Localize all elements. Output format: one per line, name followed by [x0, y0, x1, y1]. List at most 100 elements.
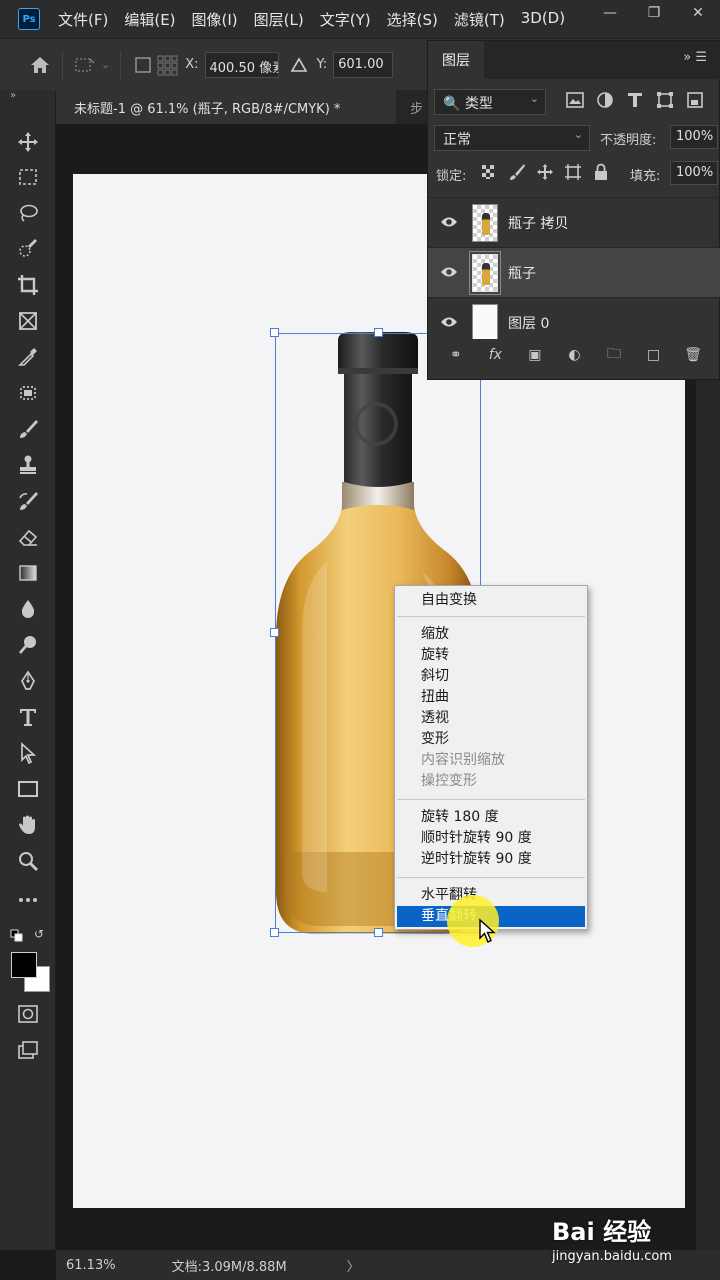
lock-label: 锁定: [436, 169, 467, 184]
screen-mode-icon[interactable] [14, 1036, 42, 1064]
adjustment-layer-icon[interactable]: ◐ [562, 347, 586, 363]
eye-icon[interactable] [440, 215, 458, 229]
menu-item-warp[interactable]: 变形 [397, 729, 585, 750]
eye-icon[interactable] [440, 315, 458, 329]
document-tab[interactable]: 未标题-1 @ 61.1% (瓶子, RGB/8#/CMYK) * [56, 90, 396, 124]
swap-colors-icon[interactable]: ↺ [34, 927, 44, 941]
menu-item-rotate[interactable]: 旋转 [397, 645, 585, 666]
filter-smart-object-icon[interactable] [686, 91, 704, 109]
transform-handle-top-left[interactable] [270, 328, 279, 337]
close-icon[interactable]: ✕ [676, 0, 720, 26]
lock-artboard-icon[interactable] [564, 163, 582, 181]
brush-tool-icon[interactable] [14, 415, 42, 443]
menu-select[interactable]: 选择(S) [387, 9, 438, 30]
menu-item-rotate-90-ccw[interactable]: 逆时针旋转 90 度 [397, 849, 585, 870]
history-tab[interactable]: 步 [410, 90, 423, 124]
blend-mode-value: 正常 [443, 132, 471, 148]
home-icon[interactable] [28, 53, 52, 77]
eyedropper-tool-icon[interactable] [14, 343, 42, 371]
spot-healing-tool-icon[interactable] [14, 379, 42, 407]
fx-icon[interactable]: fx [483, 347, 507, 363]
type-tool-icon[interactable] [14, 703, 42, 731]
history-brush-tool-icon[interactable] [14, 487, 42, 515]
menu-file[interactable]: 文件(F) [58, 9, 108, 30]
fill-input[interactable]: 100% [670, 161, 718, 185]
new-layer-icon[interactable]: □ [642, 347, 666, 363]
foreground-color-swatch[interactable] [11, 952, 37, 978]
layer-filter-select[interactable]: 🔍 类型 ⌄ [434, 89, 546, 115]
panel-collapse-icon[interactable]: » ☰ [683, 50, 707, 65]
delete-layer-icon[interactable]: 🗑 [681, 347, 705, 363]
lock-position-icon[interactable] [536, 163, 554, 181]
menu-item-scale[interactable]: 缩放 [397, 624, 585, 645]
clone-stamp-tool-icon[interactable] [14, 451, 42, 479]
menu-type[interactable]: 文字(Y) [320, 9, 371, 30]
transform-handle-middle-left[interactable] [270, 628, 279, 637]
layer-row[interactable]: 瓶子 拷贝 [428, 197, 720, 247]
quick-mask-icon[interactable] [14, 1000, 42, 1028]
transform-handle-bottom-center[interactable] [374, 928, 383, 937]
zoom-tool-icon[interactable] [14, 847, 42, 875]
lasso-tool-icon[interactable] [14, 199, 42, 227]
y-position-input[interactable]: 601.00 [333, 51, 394, 78]
menu-3d[interactable]: 3D(D) [521, 9, 565, 30]
dodge-tool-icon[interactable] [14, 631, 42, 659]
status-arrow-icon[interactable]: 〉 [347, 1256, 360, 1275]
lock-all-icon[interactable] [592, 163, 610, 181]
reference-grid-icon[interactable] [155, 53, 179, 77]
layer-thumbnail [469, 251, 501, 295]
pen-tool-icon[interactable] [14, 667, 42, 695]
menu-item-rotate-90-cw[interactable]: 顺时针旋转 90 度 [397, 828, 585, 849]
layers-tab[interactable]: 图层 [428, 41, 484, 79]
eraser-tool-icon[interactable] [14, 523, 42, 551]
restore-icon[interactable]: ❐ [632, 0, 676, 26]
eye-icon[interactable] [440, 265, 458, 279]
menu-layer[interactable]: 图层(L) [254, 9, 304, 30]
menu-item-perspective[interactable]: 透视 [397, 708, 585, 729]
hand-tool-icon[interactable] [14, 811, 42, 839]
link-layers-icon[interactable]: ⚭ [444, 347, 468, 363]
default-colors-icon[interactable] [10, 928, 24, 947]
layer-row[interactable]: 图层 0 [428, 297, 720, 339]
x-position-input[interactable]: 400.50 像素 [204, 51, 279, 78]
opacity-input[interactable]: 100% [670, 125, 718, 149]
lock-transparent-pixels-icon[interactable] [480, 163, 498, 181]
path-selection-tool-icon[interactable] [14, 739, 42, 767]
move-tool-icon[interactable] [14, 128, 42, 156]
menu-item-distort[interactable]: 扭曲 [397, 687, 585, 708]
frame-tool-icon[interactable] [14, 307, 42, 335]
menu-filter[interactable]: 滤镜(T) [454, 9, 505, 30]
menu-image[interactable]: 图像(I) [192, 9, 238, 30]
menu-item-puppet-warp: 操控变形 [421, 773, 477, 789]
crop-tool-icon[interactable] [14, 271, 42, 299]
transform-handle-bottom-left[interactable] [270, 928, 279, 937]
menu-item-free-transform[interactable]: 自由变换 [397, 590, 585, 611]
more-tools-icon[interactable] [14, 886, 42, 914]
new-group-icon[interactable]: 🗀 [602, 343, 626, 367]
collapse-arrows-icon[interactable]: » [10, 90, 16, 101]
chevron-down-icon[interactable]: ⌄ [101, 58, 110, 71]
blend-mode-select[interactable]: 正常 ⌄ [434, 125, 590, 151]
layer-row-selected[interactable]: 瓶子 [428, 247, 720, 297]
blur-tool-icon[interactable] [14, 595, 42, 623]
menu-edit[interactable]: 编辑(E) [124, 9, 175, 30]
add-mask-icon[interactable]: ▣ [523, 347, 547, 363]
zoom-level[interactable]: 61.13% [66, 1258, 116, 1273]
delta-icon[interactable] [287, 53, 311, 77]
filter-shape-icon[interactable] [656, 91, 674, 109]
lock-image-pixels-icon[interactable] [508, 163, 526, 181]
minimize-icon[interactable]: — [588, 0, 632, 26]
transform-reference-icon[interactable] [73, 53, 97, 77]
filter-adjustment-icon[interactable] [596, 91, 614, 109]
filter-type-icon[interactable] [626, 91, 644, 109]
marquee-tool-icon[interactable] [14, 163, 42, 191]
quick-selection-tool-icon[interactable] [14, 235, 42, 263]
reference-point-checkbox[interactable] [131, 53, 155, 77]
menu-separator [397, 877, 585, 878]
rectangle-tool-icon[interactable] [14, 775, 42, 803]
transform-handle-top-center[interactable] [374, 328, 383, 337]
gradient-tool-icon[interactable] [14, 559, 42, 587]
menu-item-rotate-180[interactable]: 旋转 180 度 [397, 807, 585, 828]
menu-item-skew[interactable]: 斜切 [397, 666, 585, 687]
filter-pixel-icon[interactable] [566, 91, 584, 109]
